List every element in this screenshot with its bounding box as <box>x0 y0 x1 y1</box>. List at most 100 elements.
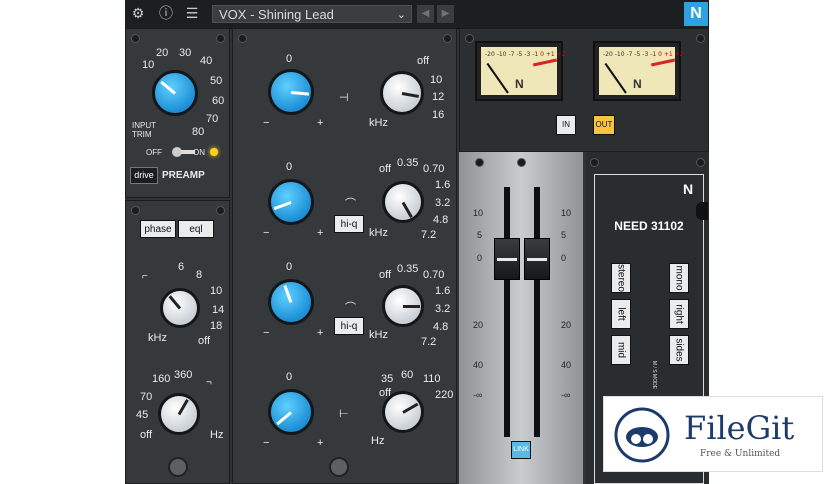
band4-freq-220: 220 <box>435 389 454 401</box>
drive-button[interactable]: drive <box>130 167 158 184</box>
screw <box>131 206 140 215</box>
band3-plus: + <box>317 327 324 339</box>
band2-freq-off: off <box>379 163 392 175</box>
trim-scale-20: 20 <box>156 47 169 59</box>
hpf-frequency-knob[interactable] <box>160 288 200 328</box>
screw <box>238 34 247 43</box>
gear-icon[interactable]: ⚙ <box>129 5 147 23</box>
preamp-label: PREAMP <box>162 170 205 181</box>
band4-frequency-knob[interactable] <box>382 391 424 433</box>
band2-gain-knob[interactable] <box>268 179 314 225</box>
prev-preset-button[interactable]: ◀ <box>417 5 434 23</box>
band1-minus: − <box>263 117 270 129</box>
vu-meter-in: -20 -10 -7 -5 -3 -1 0 +1 +2 N <box>475 41 565 101</box>
fader-scale-right-5: 5 <box>561 230 567 240</box>
band4-gain-knob[interactable] <box>268 389 314 435</box>
band1-frequency-knob[interactable] <box>380 71 424 115</box>
info-icon[interactable]: ⓘ <box>157 5 175 23</box>
meter-logo: N <box>633 77 642 91</box>
meter-out-button[interactable]: OUT <box>593 115 615 135</box>
band3-gain-zero: 0 <box>286 261 293 273</box>
filegit-brand: FileGit <box>684 409 795 447</box>
need-title: NEED 31102 <box>614 219 684 233</box>
band1-gain-zero: 0 <box>286 53 293 65</box>
left-button[interactable]: left <box>611 299 631 329</box>
preamp-off-label: OFF <box>146 148 162 157</box>
hpf-scale-18: 18 <box>210 320 223 332</box>
band1-gain-knob[interactable] <box>268 69 314 115</box>
band4-freq-60: 60 <box>401 369 414 381</box>
mono-button[interactable]: mono <box>669 263 689 293</box>
band3-frequency-knob[interactable] <box>382 285 424 327</box>
band1-unit: kHz <box>369 117 388 129</box>
band2-frequency-knob[interactable] <box>382 181 424 223</box>
vu-meter-out: -20 -10 -7 -5 -3 -1 0 +1 +2 N <box>593 41 683 101</box>
phase-button[interactable]: phase <box>140 220 176 238</box>
trim-scale-70: 70 <box>206 113 219 125</box>
link-button[interactable]: LINK <box>511 441 531 459</box>
mid-button[interactable]: mid <box>611 335 631 365</box>
filter-bypass-button[interactable] <box>168 457 188 477</box>
hpf-scale-off: off <box>198 335 211 347</box>
band2-freq-035: 0.35 <box>397 157 419 169</box>
hpf-scale-10: 10 <box>210 285 223 297</box>
sliders-icon[interactable]: ☰ <box>183 5 201 23</box>
band3-gain-knob[interactable] <box>268 279 314 325</box>
preamp-led <box>210 148 218 156</box>
input-trim-label: INPUT TRIM <box>132 121 156 139</box>
fader-scale-left-10: 10 <box>473 208 484 218</box>
band2-hi-q-button[interactable]: hi-q <box>334 215 364 233</box>
hpf-unit-label: kHz <box>148 332 167 344</box>
hpf-slope-icon: ⌐ <box>142 271 148 282</box>
knob-indicator <box>402 402 419 414</box>
band1-freq-12: 12 <box>432 91 445 103</box>
trim-scale-50: 50 <box>210 75 223 87</box>
band3-freq-16: 1.6 <box>435 285 451 297</box>
eql-button[interactable]: eql <box>178 220 214 238</box>
band3-freq-035: 0.35 <box>397 263 419 275</box>
fader-scale-left-0: 0 <box>477 253 483 263</box>
lpf-slope-icon: ¬ <box>206 377 212 388</box>
screw <box>517 158 526 167</box>
band2-freq-48: 4.8 <box>433 214 449 226</box>
trim-scale-60: 60 <box>212 95 225 107</box>
fader-slot-left <box>504 187 510 437</box>
top-toolbar: ⚙ ⓘ ☰ VOX - Shining Lead ⌄ ◀ ▶ N <box>125 0 709 29</box>
knob-indicator <box>177 398 189 415</box>
fader-scale-right-0: 0 <box>561 253 567 263</box>
band4-freq-35: 35 <box>381 373 394 385</box>
lpf-scale-70: 70 <box>140 391 153 403</box>
band3-freq-48: 4.8 <box>433 321 449 333</box>
preamp-panel: 10 20 30 40 50 60 70 80 INPUT TRIM OFF O… <box>125 28 230 198</box>
next-preset-button[interactable]: ▶ <box>437 5 454 23</box>
fader-scale-left-40: 40 <box>473 360 484 370</box>
screw <box>465 34 474 43</box>
band2-freq-32: 3.2 <box>435 197 451 209</box>
chevron-right-icon: ▶ <box>441 8 450 19</box>
trim-scale-10: 10 <box>142 59 155 71</box>
input-trim-knob[interactable] <box>152 70 198 116</box>
fader-handle-left[interactable] <box>494 238 520 280</box>
lpf-frequency-knob[interactable] <box>158 393 200 435</box>
preset-selector[interactable]: VOX - Shining Lead ⌄ <box>212 5 412 23</box>
screw <box>216 206 225 215</box>
knob-indicator <box>159 80 176 95</box>
fader-section: 10 5 0 20 40 -∞ 10 5 0 20 40 -∞ LINK <box>459 152 583 484</box>
meter-in-button[interactable]: IN <box>556 115 576 135</box>
fader-slot-right <box>534 187 540 437</box>
fader-scale-right-inf: -∞ <box>561 390 571 400</box>
lpf-scale-360: 360 <box>174 369 193 381</box>
screw <box>696 158 705 167</box>
fader-handle-right[interactable] <box>524 238 550 280</box>
stereo-button[interactable]: stereo <box>611 263 631 293</box>
preamp-on-label: ON <box>193 148 205 157</box>
band3-hi-q-button[interactable]: hi-q <box>334 317 364 335</box>
eq-bypass-button[interactable] <box>329 457 349 477</box>
filegit-watermark: FileGit Free & Unlimited <box>603 396 823 472</box>
knob-indicator <box>290 90 310 96</box>
band3-unit: kHz <box>369 329 388 341</box>
band4-unit: Hz <box>371 435 385 447</box>
lpf-unit-label: Hz <box>210 429 224 441</box>
sides-button[interactable]: sides <box>669 335 689 365</box>
right-button[interactable]: right <box>669 299 689 329</box>
